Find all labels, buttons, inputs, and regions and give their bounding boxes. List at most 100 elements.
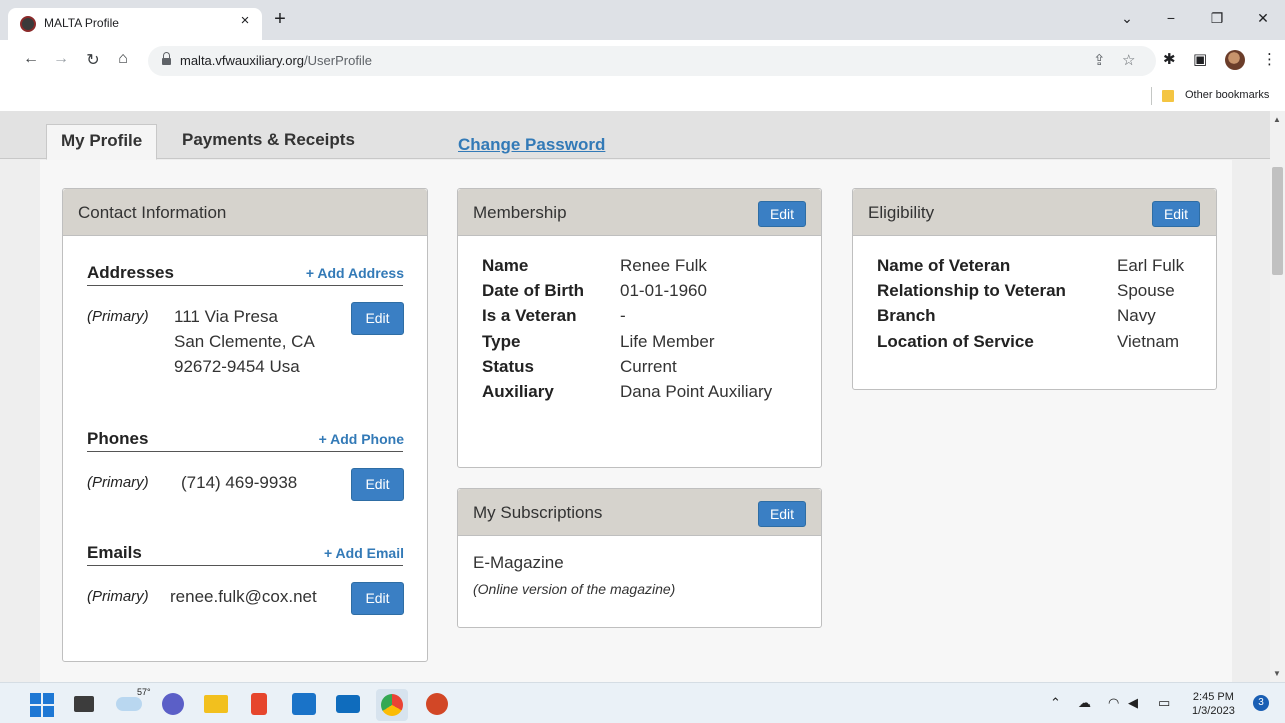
field-value: Navy [1117, 306, 1156, 325]
edit-eligibility-button[interactable]: Edit [1152, 201, 1200, 227]
edit-email-button[interactable]: Edit [351, 582, 404, 615]
field-value: - [620, 306, 626, 325]
chevron-up-icon[interactable]: ⌃ [1050, 695, 1061, 711]
field-value: Dana Point Auxiliary [620, 382, 773, 401]
outlook-icon[interactable] [292, 693, 316, 715]
edit-membership-button[interactable]: Edit [758, 201, 806, 227]
field-label: Auxiliary [482, 382, 554, 401]
edit-address-button[interactable]: Edit [351, 302, 404, 335]
field-value: Life Member [620, 332, 715, 351]
subscription-name: E-Magazine [473, 553, 564, 572]
clock-time: 2:45 PM [1192, 691, 1234, 703]
field-label: Name of Veteran [877, 256, 1011, 275]
close-window-button[interactable]: ✕ [1248, 10, 1278, 27]
url-domain: malta.vfwauxiliary.org [180, 53, 305, 68]
phones-heading: Phones [87, 429, 149, 448]
bookmark-star-icon[interactable]: ☆ [1122, 51, 1135, 69]
field-value: 01-01-1960 [620, 281, 707, 300]
field-label: Status [482, 357, 534, 376]
notification-badge[interactable]: 3 [1253, 695, 1269, 711]
email-value: renee.fulk@cox.net [170, 587, 317, 606]
powerpoint-icon[interactable] [426, 693, 448, 715]
windows-taskbar: 57° ⌃ ☁ ◠ ◀ ▭ 2:45 PM 1/3/2023 3 [0, 682, 1285, 723]
address-line-2: San Clemente, CA [174, 332, 315, 351]
browser-tabstrip: MALTA Profile × + ⌄ − ❐ ✕ [0, 0, 1285, 40]
field-label: Date of Birth [482, 281, 584, 300]
panel-header: My Subscriptions Edit [458, 489, 821, 536]
field-label: Is a Veteran [482, 306, 577, 325]
volume-icon[interactable]: ◀ [1128, 695, 1138, 711]
extensions-puzzle-icon[interactable]: ✱ [1163, 50, 1176, 68]
panel-header: Eligibility Edit [853, 189, 1216, 236]
reload-icon[interactable]: ↻ [82, 50, 104, 70]
addresses-heading: Addresses [87, 263, 174, 282]
divider [87, 285, 403, 286]
bookmarks-bar: Other bookmarks [0, 82, 1285, 110]
bookmarks-separator [1151, 87, 1152, 105]
edit-subscriptions-button[interactable]: Edit [758, 501, 806, 527]
emails-heading: Emails [87, 543, 142, 562]
teams-chat-icon[interactable] [162, 693, 184, 715]
battery-icon[interactable]: ▭ [1158, 695, 1170, 711]
task-view-icon[interactable] [74, 696, 94, 712]
panel-header: Contact Information [63, 189, 427, 236]
profile-tabbar: My Profile Payments & Receipts Change Pa… [0, 111, 1270, 160]
chrome-icon [381, 694, 403, 716]
back-arrow-icon[interactable]: ← [20, 50, 42, 68]
tab-close-icon[interactable]: × [234, 12, 256, 29]
field-label: Name [482, 256, 529, 275]
panel-title: My Subscriptions [473, 503, 603, 522]
browser-tab[interactable]: MALTA Profile × [8, 8, 262, 40]
address-line-1: 111 Via Presa [174, 307, 278, 326]
tab-title: MALTA Profile [44, 16, 119, 30]
mail-icon[interactable] [336, 695, 360, 713]
minimize-button[interactable]: − [1156, 10, 1186, 26]
chrome-taskbar-button[interactable] [376, 689, 408, 721]
restore-button[interactable]: ❐ [1202, 10, 1232, 27]
url-path: /UserProfile [304, 53, 372, 68]
forward-arrow-icon[interactable]: → [50, 50, 72, 68]
scroll-down-arrow-icon[interactable]: ▼ [1273, 669, 1281, 678]
add-email-link[interactable]: + Add Email [324, 545, 404, 561]
menu-kebab-icon[interactable]: ⋮ [1262, 50, 1277, 68]
file-explorer-icon[interactable] [204, 695, 228, 713]
subscription-description: (Online version of the magazine) [473, 581, 676, 597]
onedrive-cloud-icon[interactable]: ☁ [1078, 695, 1091, 711]
scroll-up-arrow-icon[interactable]: ▲ [1273, 115, 1281, 124]
primary-label: (Primary) [87, 588, 149, 605]
start-windows-icon[interactable] [30, 693, 54, 717]
change-password-link[interactable]: Change Password [458, 135, 605, 155]
wifi-icon[interactable]: ◠ [1108, 695, 1119, 711]
add-address-link[interactable]: + Add Address [306, 265, 404, 281]
membership-panel: Membership Edit Name Renee Fulk Date of … [457, 188, 822, 468]
field-value: Earl Fulk [1117, 256, 1185, 275]
panel-title: Contact Information [78, 203, 227, 222]
scrollbar-thumb[interactable] [1272, 167, 1283, 275]
tab-my-profile[interactable]: My Profile [46, 124, 158, 160]
edit-phone-button[interactable]: Edit [351, 468, 404, 501]
phone-value: (714) 469-9938 [181, 473, 298, 492]
field-label: Type [482, 332, 521, 351]
field-label: Location of Service [877, 332, 1034, 351]
home-icon[interactable]: ⌂ [112, 50, 134, 68]
page-scrollbar[interactable]: ▲ ▼ [1270, 111, 1285, 682]
divider [87, 451, 403, 452]
address-bar[interactable]: malta.vfwauxiliary.org/UserProfile ⇪ ☆ [148, 46, 1156, 76]
add-phone-link[interactable]: + Add Phone [319, 431, 404, 447]
browser-toolbar: ← → ↻ ⌂ malta.vfwauxiliary.org/UserProfi… [0, 40, 1285, 82]
office-icon[interactable] [251, 693, 267, 715]
profile-avatar[interactable] [1225, 50, 1245, 70]
taskbar-clock[interactable]: 2:45 PM 1/3/2023 [1192, 690, 1235, 718]
primary-label: (Primary) [87, 474, 149, 491]
page-viewport: My Profile Payments & Receipts Change Pa… [0, 111, 1270, 682]
weather-cloud-icon[interactable] [116, 697, 142, 711]
tab-payments-receipts[interactable]: Payments & Receipts [168, 124, 369, 160]
folder-icon [1162, 90, 1174, 102]
other-bookmarks-link[interactable]: Other bookmarks [1185, 89, 1269, 101]
new-tab-button[interactable]: + [270, 9, 290, 29]
share-icon[interactable]: ⇪ [1093, 51, 1106, 69]
tab-search-chevron-icon[interactable]: ⌄ [1112, 10, 1142, 27]
side-panel-icon[interactable]: ▣ [1193, 50, 1207, 68]
panel-title: Eligibility [868, 203, 935, 222]
clock-date: 1/3/2023 [1192, 705, 1235, 717]
